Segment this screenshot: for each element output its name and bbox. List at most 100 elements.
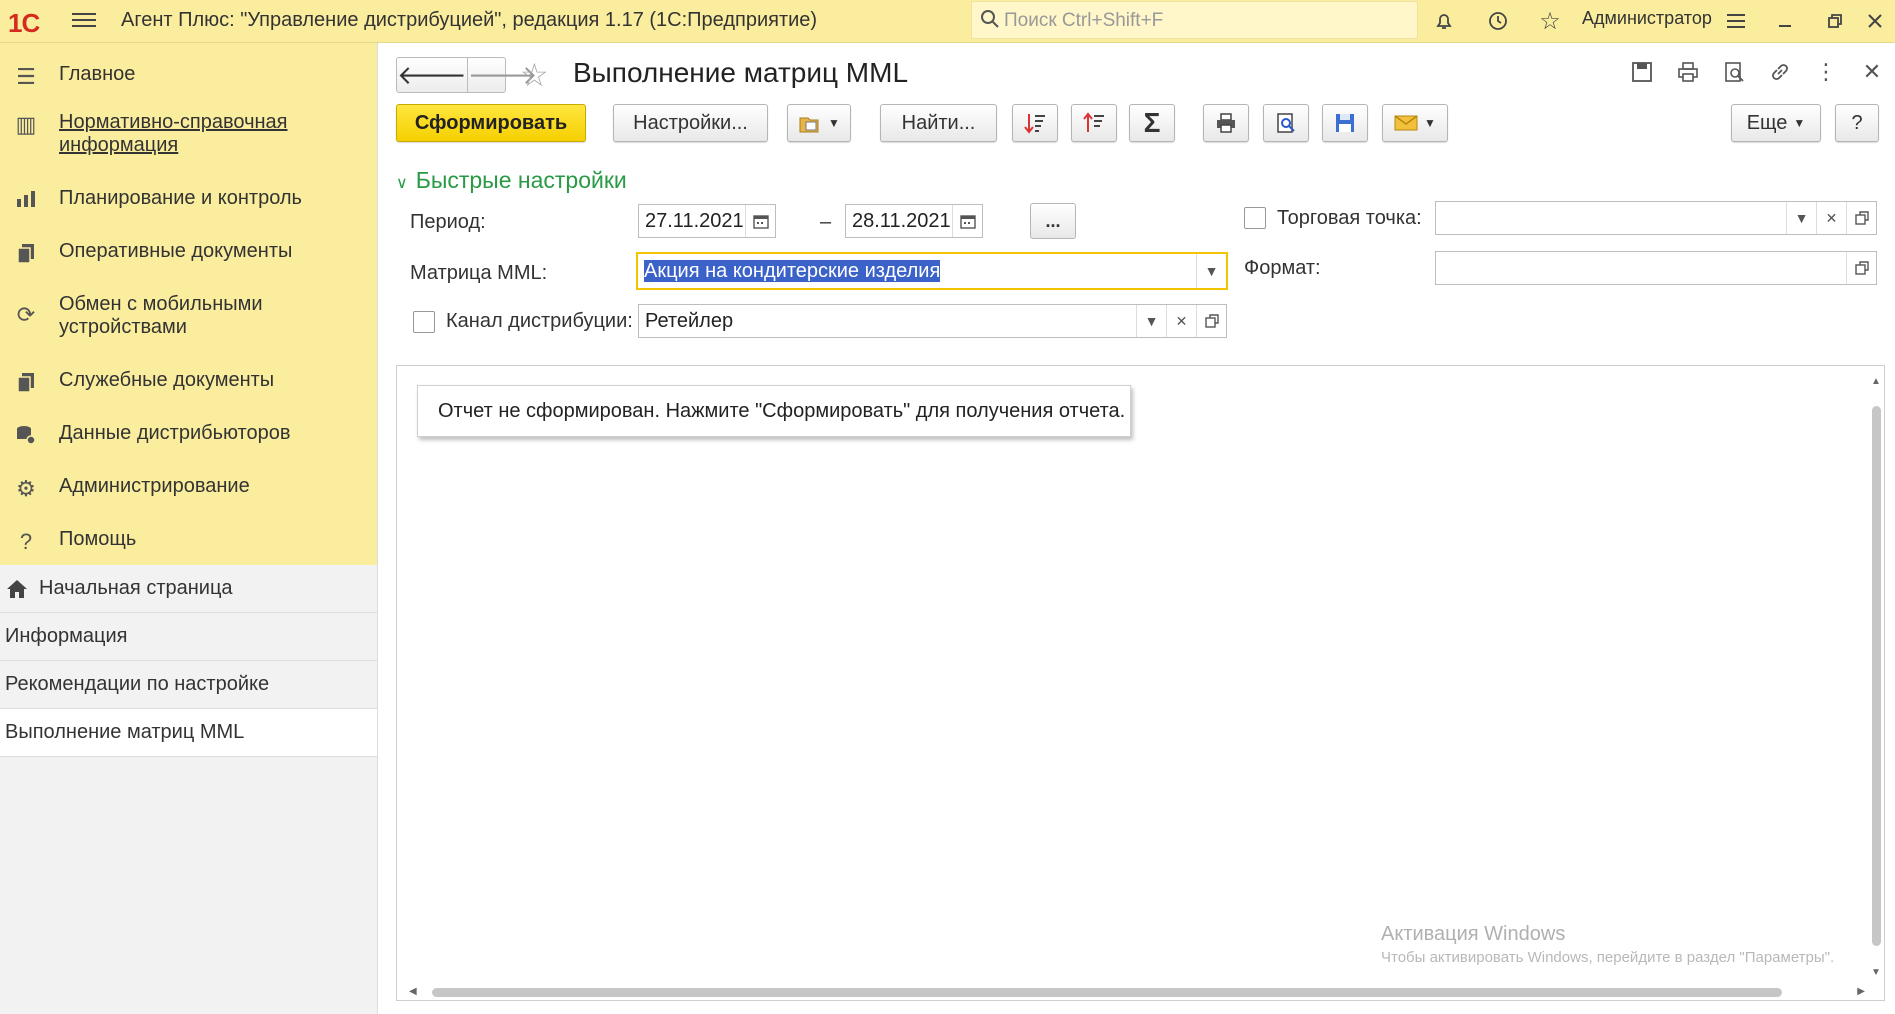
period-select-button[interactable]: ...: [1030, 203, 1076, 239]
scroll-up-icon[interactable]: ▲: [1871, 376, 1881, 387]
open-icon[interactable]: [1846, 252, 1876, 284]
section-mobile-exchange[interactable]: ⟳ Обмен с мобильными устройствами: [0, 281, 377, 357]
outlet-field[interactable]: ▼ ✕: [1435, 201, 1877, 235]
save-button[interactable]: [1322, 104, 1368, 142]
sort-ascending-icon: [1083, 112, 1104, 132]
clear-icon[interactable]: ✕: [1816, 202, 1846, 234]
format-field[interactable]: [1435, 251, 1877, 285]
open-icon[interactable]: [1196, 305, 1226, 337]
more-button[interactable]: Еще ▼: [1731, 104, 1821, 142]
windows-activation-title: Активация Windows: [1381, 923, 1566, 945]
settings-button[interactable]: Настройки...: [613, 104, 768, 142]
format-label: Формат:: [1244, 257, 1321, 279]
report-area[interactable]: Отчет не сформирован. Нажмите "Сформиров…: [396, 365, 1885, 1001]
scroll-right-icon[interactable]: ▶: [1857, 986, 1865, 997]
more-vertical-icon[interactable]: ⋮: [1803, 57, 1849, 87]
preview-icon[interactable]: [1711, 57, 1757, 87]
vertical-scroll-thumb[interactable]: [1872, 406, 1881, 946]
section-operative-docs[interactable]: Оперативные документы: [0, 228, 377, 281]
channel-field[interactable]: Ретейлер ▼ ✕: [638, 304, 1227, 338]
channel-checkbox[interactable]: [413, 311, 435, 333]
print-button[interactable]: [1203, 104, 1249, 142]
open-windows-list: Начальная страница Информация Рекомендац…: [0, 565, 377, 757]
form-window-icons: ⋮ ✕: [1619, 57, 1895, 87]
nav-buttons: 🡐 🡒: [396, 57, 537, 93]
open-window-info[interactable]: Информация: [0, 613, 377, 661]
section-main[interactable]: ☰ Главное: [0, 51, 377, 99]
outlet-label: Торговая точка:: [1277, 207, 1422, 229]
restore-icon[interactable]: [1821, 7, 1849, 35]
gear-icon: ⚙: [16, 476, 36, 501]
main-menu-icon[interactable]: [72, 9, 96, 31]
chevron-down-icon[interactable]: ▼: [1786, 202, 1816, 234]
scroll-left-icon[interactable]: ◀: [409, 986, 417, 997]
section-distributor-data[interactable]: Данные дистрибьюторов: [0, 410, 377, 463]
generate-button[interactable]: Сформировать: [396, 104, 586, 142]
quick-settings-toggle[interactable]: ∨ Быстрые настройки: [396, 167, 627, 194]
period-from-value: 27.11.2021: [645, 209, 744, 232]
calendar-icon[interactable]: [952, 205, 982, 237]
chevron-down-icon[interactable]: ▼: [1196, 254, 1226, 288]
sort-asc-button[interactable]: [1071, 104, 1117, 142]
chevron-down-icon: ▼: [1793, 116, 1806, 130]
send-email-button[interactable]: ▼: [1382, 104, 1448, 142]
section-label: Нормативно-справочная информация: [59, 111, 288, 156]
section-service-docs[interactable]: Служебные документы: [0, 357, 377, 410]
question-icon: ?: [19, 529, 33, 554]
bell-icon[interactable]: [1430, 7, 1458, 35]
chevron-down-icon[interactable]: ▼: [1136, 305, 1166, 337]
windows-activation-text: Чтобы активировать Windows, перейдите в …: [1381, 949, 1835, 966]
calendar-icon[interactable]: [745, 205, 775, 237]
matrix-field[interactable]: Акция на кондитерские изделия ▼: [636, 252, 1228, 290]
horizontal-scroll-thumb[interactable]: [432, 988, 1782, 997]
open-window-recommendations[interactable]: Рекомендации по настройке: [0, 661, 377, 709]
sync-icon: ⟳: [16, 302, 36, 327]
preview-button[interactable]: [1263, 104, 1309, 142]
vertical-scrollbar[interactable]: ▲ ▼: [1870, 376, 1881, 978]
favorite-star-icon[interactable]: ☆: [520, 59, 549, 91]
clear-icon[interactable]: ✕: [1166, 305, 1196, 337]
close-icon[interactable]: [1861, 7, 1889, 35]
app-logo: 1С: [8, 8, 40, 38]
open-window-label: Выполнение матриц MML: [5, 721, 245, 743]
section-help[interactable]: ? Помощь: [0, 516, 377, 569]
documents-icon: [12, 371, 40, 395]
sum-button[interactable]: Σ: [1129, 104, 1175, 142]
menu-lines-icon[interactable]: [1722, 7, 1750, 35]
open-window-label: Начальная страница: [39, 577, 233, 599]
open-window-home[interactable]: Начальная страница: [0, 565, 377, 613]
back-arrow-icon[interactable]: 🡐: [397, 58, 468, 92]
horizontal-scrollbar[interactable]: ◀ ▶: [407, 986, 1867, 998]
link-icon[interactable]: [1757, 57, 1803, 87]
sigma-icon: Σ: [1143, 107, 1161, 138]
sort-descending-icon: [1024, 114, 1045, 134]
outlet-checkbox[interactable]: [1244, 207, 1266, 229]
report-not-generated-message: Отчет не сформирован. Нажмите "Сформиров…: [417, 385, 1131, 437]
bar-chart-icon: [12, 189, 40, 213]
history-icon[interactable]: [1484, 7, 1512, 35]
open-icon[interactable]: [1846, 202, 1876, 234]
app-title: Агент Плюс: "Управление дистрибуцией", р…: [121, 9, 818, 31]
report-variants-icon: [799, 117, 819, 133]
star-icon[interactable]: ☆: [1536, 7, 1564, 35]
period-from-field[interactable]: 27.11.2021: [638, 204, 776, 238]
find-button[interactable]: Найти...: [880, 104, 997, 142]
variants-button[interactable]: ▼: [787, 104, 851, 142]
minimize-icon[interactable]: [1771, 7, 1799, 35]
section-administration[interactable]: ⚙ Администрирование: [0, 463, 377, 516]
print-icon[interactable]: [1665, 57, 1711, 87]
form-title: Выполнение матриц MML: [573, 57, 909, 88]
user-name[interactable]: Администратор: [1582, 8, 1712, 29]
open-window-mml[interactable]: Выполнение матриц MML: [0, 709, 377, 757]
section-reference[interactable]: ▥ Нормативно-справочная информация: [0, 99, 377, 175]
search-input[interactable]: Поиск Ctrl+Shift+F: [971, 1, 1418, 39]
help-button[interactable]: ?: [1835, 104, 1879, 142]
period-to-field[interactable]: 28.11.2021: [845, 204, 983, 238]
close-form-icon[interactable]: ✕: [1849, 57, 1895, 87]
save-icon[interactable]: [1619, 57, 1665, 87]
scroll-down-icon[interactable]: ▼: [1871, 967, 1881, 978]
home-icon: [7, 579, 27, 598]
section-label: Планирование и контроль: [59, 187, 302, 209]
section-planning[interactable]: Планирование и контроль: [0, 175, 377, 228]
sort-desc-button[interactable]: [1012, 104, 1058, 142]
